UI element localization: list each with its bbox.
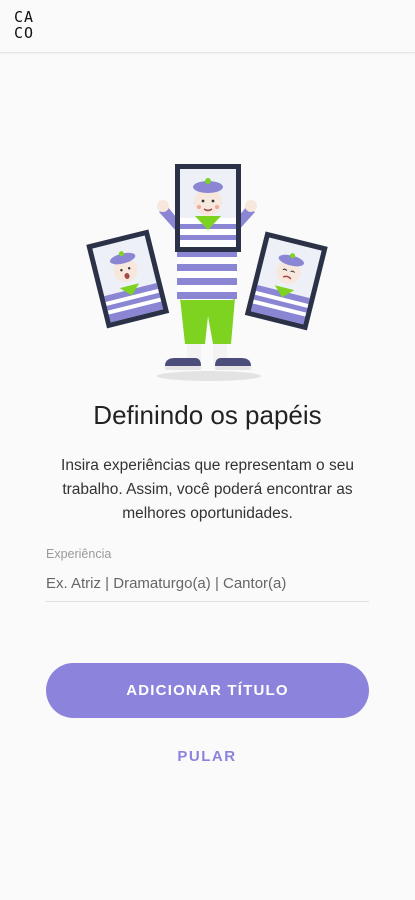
- app-logo: CA CO: [14, 9, 42, 45]
- experience-input[interactable]: [46, 571, 369, 595]
- center-portrait-frame: [175, 164, 241, 252]
- page-title: Definindo os papéis: [93, 400, 322, 430]
- mime-with-picture-frames-illustration: [86, 164, 328, 381]
- experience-field: Experiência: [46, 545, 369, 602]
- skip-button[interactable]: PULAR: [157, 740, 257, 772]
- right-portrait-frame: [244, 231, 328, 331]
- experience-label: Experiência: [46, 547, 112, 561]
- left-portrait-frame: [86, 229, 170, 329]
- add-title-button[interactable]: ADICIONAR TÍTULO: [46, 663, 369, 718]
- app-header: CA CO: [0, 0, 415, 53]
- page-description: Insira experiências que representam o se…: [61, 457, 354, 522]
- logo-bottom-text: CO: [14, 24, 35, 42]
- logo-top-text: CA: [14, 8, 35, 26]
